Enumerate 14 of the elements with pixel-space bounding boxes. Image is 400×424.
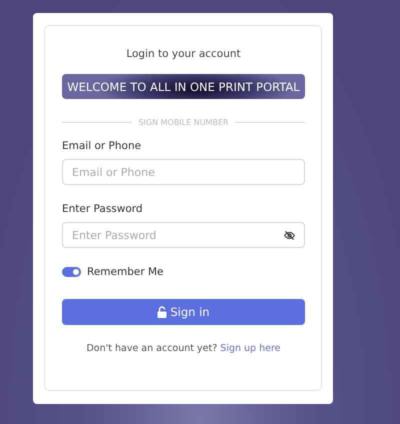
sign-in-button[interactable]: Sign in: [62, 299, 305, 325]
signup-prompt: Don't have an account yet? Sign up here: [85, 343, 282, 354]
remember-label: Remember Me: [87, 266, 164, 278]
welcome-banner: WELCOME TO ALL IN ONE PRINT PORTAL: [62, 74, 305, 99]
email-field[interactable]: Email or Phone: [62, 159, 305, 185]
divider-label: SIGN MOBILE NUMBER: [138, 118, 229, 127]
remember-toggle[interactable]: [62, 267, 81, 277]
unlock-icon: [157, 306, 168, 318]
signup-link[interactable]: Sign up here: [220, 343, 281, 354]
field-label: Email or Phone: [62, 140, 142, 152]
eye-slash-icon[interactable]: [284, 230, 295, 240]
login-title: Login to your account: [125, 48, 242, 60]
password-field[interactable]: Enter Password: [62, 222, 305, 248]
field-label: Enter Password: [62, 203, 144, 215]
